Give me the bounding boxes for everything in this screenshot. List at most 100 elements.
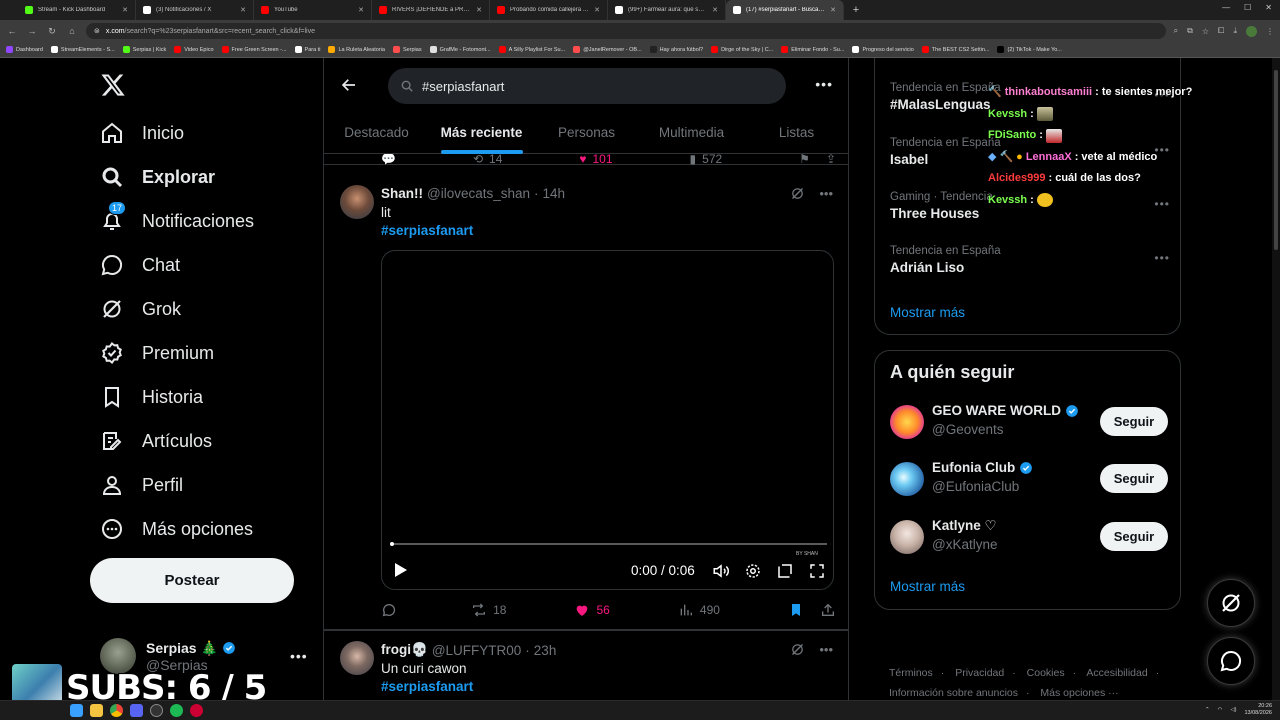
play-icon[interactable] [394,562,408,578]
retweet-button[interactable]: ⟲ 14 [473,152,502,166]
bookmark-item[interactable]: Video Epico [174,46,214,53]
footer-link-mas-opciones[interactable]: Más opciones ··· [1040,687,1118,699]
trends-show-more-link[interactable]: Mostrar más [890,305,965,320]
tab-close-icon[interactable]: ✕ [358,6,364,14]
video-progress-knob[interactable] [390,542,394,546]
tweet-author-handle[interactable]: @LUFFYTR00 [432,643,521,658]
tab-mas-reciente[interactable]: Más reciente [429,110,534,154]
bookmark-item[interactable]: @JanelRemover - OB... [573,46,642,53]
follow-suggestion[interactable]: Katlyne ♡ @xKatlyne Seguir [890,518,1168,558]
back-icon[interactable]: ← [6,26,18,36]
tab-close-icon[interactable]: ✕ [240,6,246,14]
follow-button[interactable]: Seguir [1100,522,1168,551]
tab-personas[interactable]: Personas [534,110,639,154]
home-browser-icon[interactable]: ⌂ [66,26,78,36]
post-button[interactable]: Postear [90,558,294,603]
forward-icon[interactable]: → [26,26,38,36]
reload-icon[interactable]: ↻ [46,26,58,37]
reply-button[interactable] [381,602,403,618]
like-button[interactable]: 56 [574,602,610,618]
profile-avatar-icon[interactable] [1246,25,1257,37]
bookmark-item[interactable]: La Ruleta Aleatoria [328,46,385,53]
volume-tray-icon[interactable]: ◁) [1230,707,1236,713]
tab-close-icon[interactable]: ✕ [594,6,600,14]
footer-link-anuncios[interactable]: Información sobre anuncios [889,687,1018,699]
sidebar-item-inicio[interactable]: Inicio [100,111,254,155]
bookmark-item[interactable]: Dashboard [6,46,43,53]
grok-icon[interactable] [790,186,805,201]
tweet-more-icon[interactable]: ••• [819,186,833,201]
account-more-icon[interactable]: ••• [290,648,308,664]
discord-icon[interactable] [130,704,143,717]
share-icon[interactable]: ⇪ [826,152,836,166]
browser-tab[interactable]: RIVERS ¡DEFIENDE a PRODUCC...✕ [372,0,490,20]
spotify-icon[interactable] [170,704,183,717]
tweet-more-icon[interactable]: ••• [819,642,833,657]
bookmark-item[interactable]: A Silly Playlist For Su... [498,46,565,53]
star-icon[interactable]: ☆ [1202,27,1209,36]
sidebar-item-grok[interactable]: Grok [100,287,254,331]
clock[interactable]: 20:26 13/08/2026 [1244,703,1272,717]
tweet-time[interactable]: 23h [534,643,557,658]
sidebar-item-mas-opciones[interactable]: Más opciones [100,507,254,551]
windows-start-icon[interactable] [70,704,83,717]
bookmark-item[interactable]: Serpias [392,46,422,53]
bookmark-filled-icon[interactable] [788,602,804,618]
search-more-icon[interactable]: ••• [815,76,833,92]
footer-link-cookies[interactable]: Cookies [1027,667,1065,679]
video-player[interactable]: 0:00 / 0:06 BY SHAN [381,250,834,590]
follow-button[interactable]: Seguir [1100,407,1168,436]
sidebar-item-notificaciones[interactable]: 17 Notificaciones [100,199,254,243]
menu-icon[interactable]: ⋮ [1266,27,1274,36]
install-icon[interactable]: ⧉ [1187,26,1193,36]
bookmark-item[interactable]: The BEST CS2 Settin... [921,46,989,53]
trend-more-icon[interactable]: ••• [1154,251,1170,265]
extensions-icon[interactable]: ⧠ [1218,26,1224,36]
footer-link-privacidad[interactable]: Privacidad [955,667,1004,679]
bookmark-item[interactable]: Serpias | Kick [122,46,166,53]
page-scrollbar-thumb[interactable] [1274,70,1278,250]
sidebar-item-explorar[interactable]: Explorar [100,155,254,199]
grok-fab-button[interactable] [1207,579,1255,627]
follow-show-more-link[interactable]: Mostrar más [890,579,965,594]
messages-fab-button[interactable] [1207,637,1255,685]
tweet-time[interactable]: 14h [543,186,566,201]
sidebar-item-premium[interactable]: Premium [100,331,254,375]
sidebar-item-historia[interactable]: Historia [100,375,254,419]
tweet[interactable]: Shan!! @ilovecats_shan · 14h ••• lit #se… [324,165,848,630]
sidebar-item-chat[interactable]: Chat [100,243,254,287]
grok-icon[interactable] [790,642,805,657]
sidebar-item-perfil[interactable]: Perfil [100,463,254,507]
file-explorer-icon[interactable] [90,704,103,717]
avatar[interactable] [340,641,374,675]
bookmark-item[interactable]: Hay ahora fútbol? [649,46,703,53]
back-arrow-icon[interactable] [340,76,358,94]
tab-close-icon[interactable]: ✕ [712,6,718,14]
site-info-icon[interactable]: ⊜ [94,27,100,35]
bookmark-item[interactable]: GrafMe - Fotomont... [429,46,491,53]
bookmark-item[interactable]: Eliminar Fondo - Su... [781,46,844,53]
tweet-hashtag[interactable]: #serpiasfanart [381,679,473,694]
tab-close-icon[interactable]: ✕ [830,6,836,14]
x-logo-icon[interactable] [100,72,126,98]
views-button[interactable]: ▮ 572 [690,152,723,166]
tab-close-icon[interactable]: ✕ [476,6,482,14]
tweet-author-name[interactable]: frogi💀 [381,642,428,658]
avatar[interactable] [890,462,924,496]
views-button[interactable]: 490 [678,602,720,618]
browser-tab[interactable]: (99+) Farmear aura: qué son y c...✕ [608,0,726,20]
sidebar-item-articulos[interactable]: Artículos [100,419,254,463]
chrome-icon[interactable] [110,704,123,717]
fullscreen-icon[interactable] [808,562,826,580]
app-icon[interactable] [190,704,203,717]
minimize-icon[interactable]: — [1222,3,1230,12]
tweet-hashtag[interactable]: #serpiasfanart [381,223,473,238]
zoom-icon[interactable]: ⌕ [1174,26,1178,36]
browser-tab-active[interactable]: (17) #serpiasfanart - Buscar / X ✕ [726,0,844,20]
tweet-author-handle[interactable]: @ilovecats_shan [427,186,530,201]
bookmark-item[interactable]: StreamElements - S... [50,46,115,53]
download-icon[interactable]: ⤓ [1233,26,1237,36]
tab-destacado[interactable]: Destacado [324,110,429,154]
footer-link-accesibilidad[interactable]: Accesibilidad [1086,667,1147,679]
maximize-icon[interactable]: ☐ [1244,3,1251,12]
